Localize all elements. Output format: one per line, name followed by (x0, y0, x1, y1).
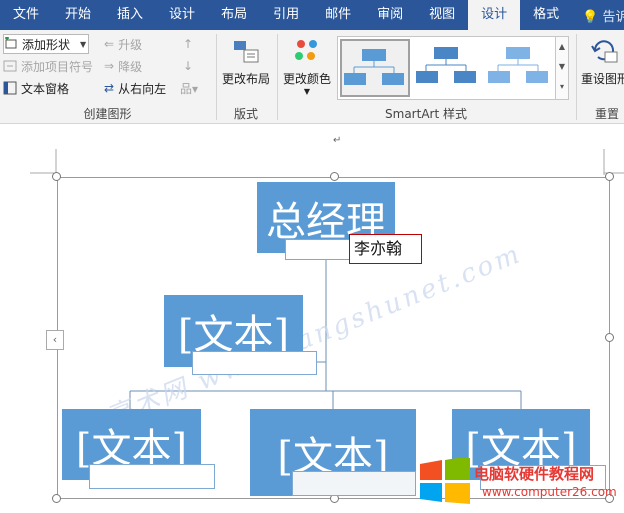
document-canvas: ↵ ‹ 亮术网 www.liangshunet.com 总经理 李亦翰 [文本]… (0, 125, 624, 513)
text-pane-icon (3, 81, 17, 95)
tab-smartart-design[interactable]: 设计 (468, 0, 521, 30)
chevron-up-icon: ▲ (558, 42, 566, 51)
ribbon: 添加形状 ▼ 添加项目符号 文本窗格 ⇐ 升级 ⇒ 降级 ⇄ 从右向左 ↑ ↓ … (0, 30, 624, 124)
text-pane-button[interactable]: 文本窗格 (3, 78, 69, 98)
reset-graphic-button[interactable]: 重设图形 (580, 36, 624, 87)
tab-format[interactable]: 格式 (520, 0, 572, 30)
swap-arrows-icon: ⇄ (104, 81, 115, 95)
group-label-smartart-styles: SmartArt 样式 (385, 107, 467, 121)
lightbulb-icon: 💡 (582, 9, 599, 25)
left-arrow-icon: ⇐ (104, 37, 115, 51)
tell-me-box[interactable]: 💡 告诉 (582, 6, 624, 25)
add-shape-button[interactable]: 添加形状 ▼ (3, 34, 90, 54)
divider (277, 34, 278, 120)
tab-design[interactable]: 设计 (156, 0, 208, 30)
promote-button[interactable]: ⇐ 升级 (104, 34, 142, 54)
change-layout-button[interactable]: 更改布局 (220, 36, 272, 87)
color-palette-icon (281, 36, 333, 68)
smartart-style-gallery: ▲ ▼ ▾ (337, 36, 569, 100)
add-bullet-icon (3, 59, 17, 73)
right-to-left-button[interactable]: ⇄ 从右向左 (104, 78, 166, 98)
move-down-button[interactable]: ↓ (183, 56, 193, 76)
hierarchy-icon: 品▾ (180, 81, 199, 96)
right-arrow-icon: ⇒ (104, 59, 115, 73)
org-node-level2-subtitle-box[interactable] (192, 351, 317, 375)
subtitle-text-edit[interactable]: 李亦翰 (349, 234, 422, 264)
gallery-scrollbar[interactable]: ▲ ▼ ▾ (555, 37, 568, 99)
tab-file[interactable]: 文件 (0, 0, 52, 30)
more-icon: ▾ (559, 82, 564, 91)
change-layout-icon (220, 36, 272, 68)
group-label-reset: 重置 (594, 107, 619, 121)
tab-layout[interactable]: 布局 (208, 0, 260, 30)
add-bullet-button[interactable]: 添加项目符号 (3, 56, 93, 76)
org-node-top-subtitle-box[interactable] (285, 239, 353, 260)
group-label-layouts: 版式 (233, 107, 258, 121)
add-shape-icon (4, 36, 18, 51)
chevron-down-icon: ▼ (80, 39, 87, 49)
org-node-level3-subtitle-box[interactable] (292, 471, 416, 496)
divider (576, 34, 577, 120)
arrow-up-icon: ↑ (183, 37, 194, 51)
site-watermark-url: www.computer26.com (482, 485, 617, 499)
divider (216, 34, 217, 120)
arrow-down-icon: ↓ (183, 59, 194, 73)
style-thumbnail[interactable] (340, 39, 410, 97)
site-watermark-name: 电脑软硬件教程网 (474, 465, 595, 483)
tab-review[interactable]: 审阅 (364, 0, 416, 30)
tab-insert[interactable]: 插入 (104, 0, 156, 30)
tab-view[interactable]: 视图 (416, 0, 468, 30)
chevron-down-icon: ▼ (303, 87, 311, 96)
tab-home[interactable]: 开始 (52, 0, 104, 30)
style-thumbnail[interactable] (486, 39, 556, 97)
tab-mailings[interactable]: 邮件 (312, 0, 364, 30)
ribbon-tab-bar: 文件 开始 插入 设计 布局 引用 邮件 审阅 视图 设计 格式 💡 告诉 (0, 0, 624, 30)
style-thumbnail[interactable] (414, 39, 484, 97)
group-label-create-graphic: 创建图形 (83, 107, 132, 121)
move-up-button[interactable]: ↑ (183, 34, 193, 54)
layout-dropdown-button[interactable]: 品▾ (180, 78, 198, 98)
chevron-down-icon: ▼ (558, 62, 566, 71)
windows-logo-icon (420, 458, 470, 504)
demote-button[interactable]: ⇒ 降级 (104, 56, 142, 76)
change-colors-button[interactable]: 更改颜色 ▼ (281, 36, 333, 96)
org-node-level3-subtitle-box[interactable] (89, 464, 215, 489)
tab-references[interactable]: 引用 (260, 0, 312, 30)
reset-graphic-icon (580, 36, 624, 68)
